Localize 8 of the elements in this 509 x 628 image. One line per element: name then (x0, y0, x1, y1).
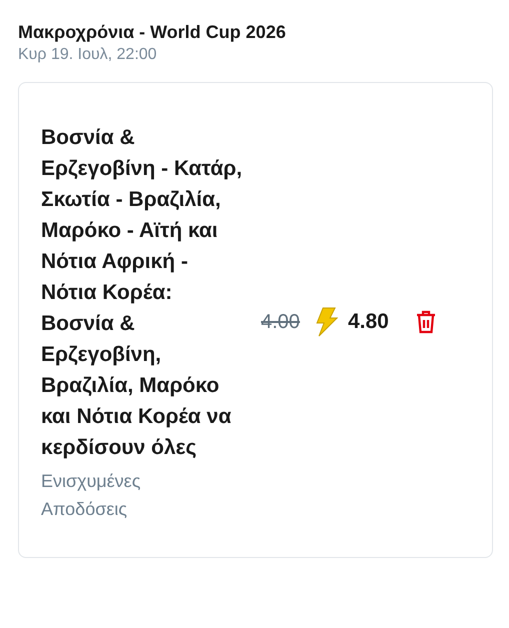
event-datetime: Κυρ 19. Ιουλ, 22:00 (18, 45, 158, 65)
old-odds: 4.00 (261, 310, 300, 334)
odds-value: 4.80 (348, 310, 389, 334)
selection-text: Βοσνία & Ερζεγοβίνη - Κατάρ, Σκωτία - Βραζιλία, Μαρόκο - Αϊτή και Νότια Αφρική - Νότια Κορέα: Βοσνία & Ερζεγοβίνη, Βραζιλία, Μαρόκο και Νότια Κορέα να κερδίσουν όλες (41, 124, 244, 460)
market-label: Ενισχυμένες Αποδόσεις (41, 470, 142, 520)
trash-icon (414, 310, 437, 334)
delete-button[interactable] (414, 310, 437, 334)
section-title: Μακροχρόνια - World Cup 2026 (18, 21, 287, 44)
